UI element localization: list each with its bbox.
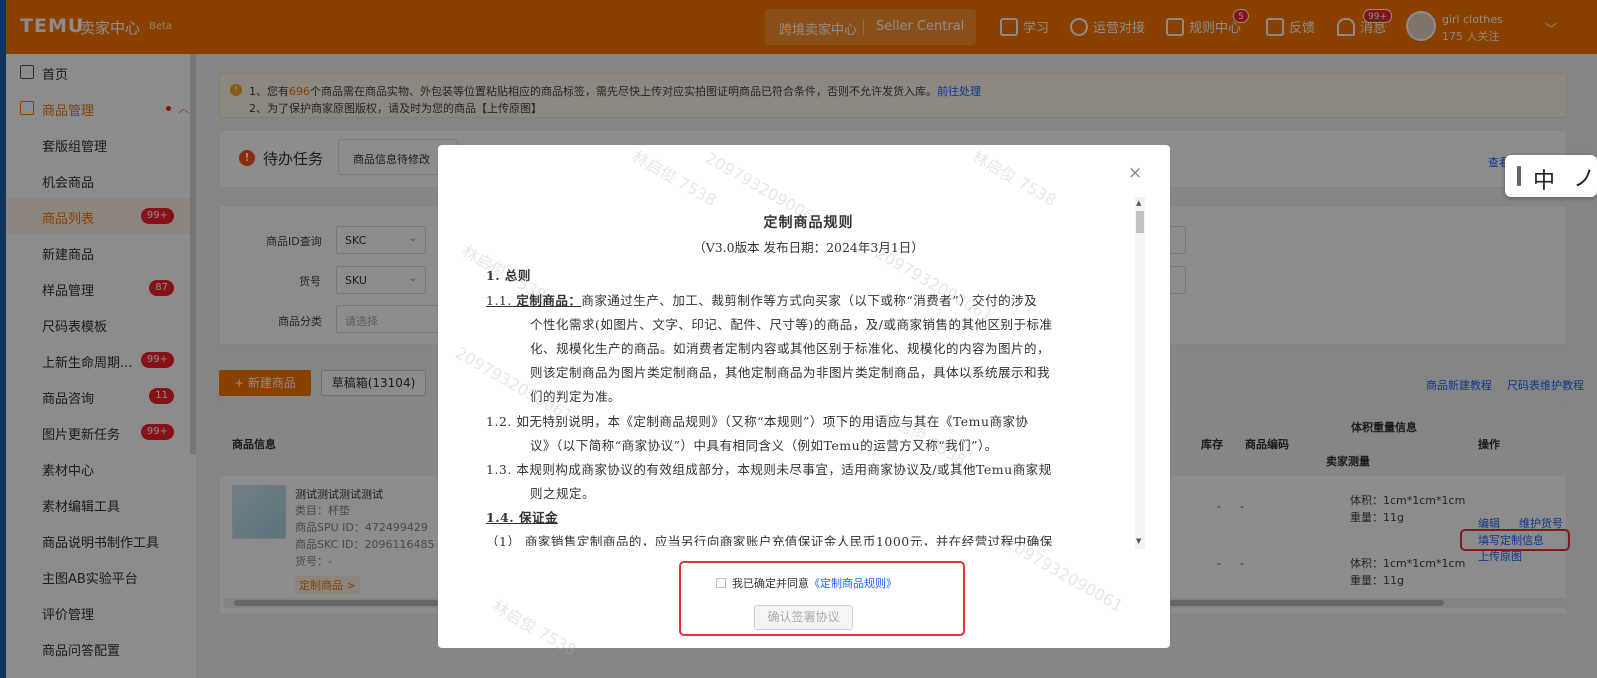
section-general: 1. 总则	[486, 268, 531, 283]
rule-1-1-line: 则该定制商品为图片类定制商品，其他定制商品为非图片类定制商品，具体以系统展示和我	[530, 365, 1051, 380]
rule-1-1-line: 化、规模化生产的商品。如消费者定制内容或其他区别于标准化、规模化的内容为图片的，	[530, 341, 1051, 356]
rules-version: （V3.0版本 发布日期：2024年3月1日）	[693, 240, 924, 255]
close-icon[interactable]: ×	[1128, 163, 1142, 183]
rules-content[interactable]: 定制商品规则 （V3.0版本 发布日期：2024年3月1日） 1. 总则 1.1…	[476, 200, 1141, 546]
rules-scrollbar[interactable]: ▲ ▼	[1135, 197, 1145, 549]
scroll-up-icon: ▲	[1136, 199, 1142, 207]
ime-mode-label[interactable]: 中	[1533, 163, 1555, 195]
rule-1-1: 1.1. 定制商品：商家通过生产、加工、裁剪制作等方式向买家（以下或称“消费者”…	[486, 293, 1038, 308]
rules-title: 定制商品规则	[763, 215, 854, 231]
rule-1-3: 1.3. 本规则构成商家协议的有效组成部分，本规则未尽事宜，适用商家协议及/或其…	[486, 462, 1052, 477]
rule-1-1-line: 们的判定为准。	[530, 389, 622, 404]
ime-toolbar[interactable]: 中 ノ	[1505, 155, 1597, 197]
rule-1-3-line: 则之规定。	[530, 486, 596, 501]
rule-1-4-1: （1） 商家销售定制商品的，应当另行向商家账户充值保证金人民币1000元，并在经…	[486, 534, 1053, 546]
rule-1-1-line: 个性化需求(如图片、文字、印记、配件、尺寸等)的商品，及/或商家销售的其他区别于…	[530, 317, 1053, 332]
rule-1-4: 1.4. 保证金	[486, 510, 558, 525]
scroll-down-icon: ▼	[1136, 537, 1142, 545]
rule-1-2: 1.2. 如无特别说明，本《定制商品规则》（又称“本规则”）项下的用语应与其在《…	[486, 414, 1029, 429]
rule-1-2-line: 议》（以下简称“商家协议”）中具有相同含义（例如Temu的运营方又称“我们”）。	[530, 438, 998, 453]
custom-rules-modal: × 定制商品规则 （V3.0版本 发布日期：2024年3月1日） 1. 总则 1…	[438, 145, 1170, 660]
ime-punct-label[interactable]: ノ	[1573, 161, 1595, 193]
drag-handle-icon[interactable]	[1517, 166, 1521, 186]
highlight-box	[679, 561, 965, 636]
